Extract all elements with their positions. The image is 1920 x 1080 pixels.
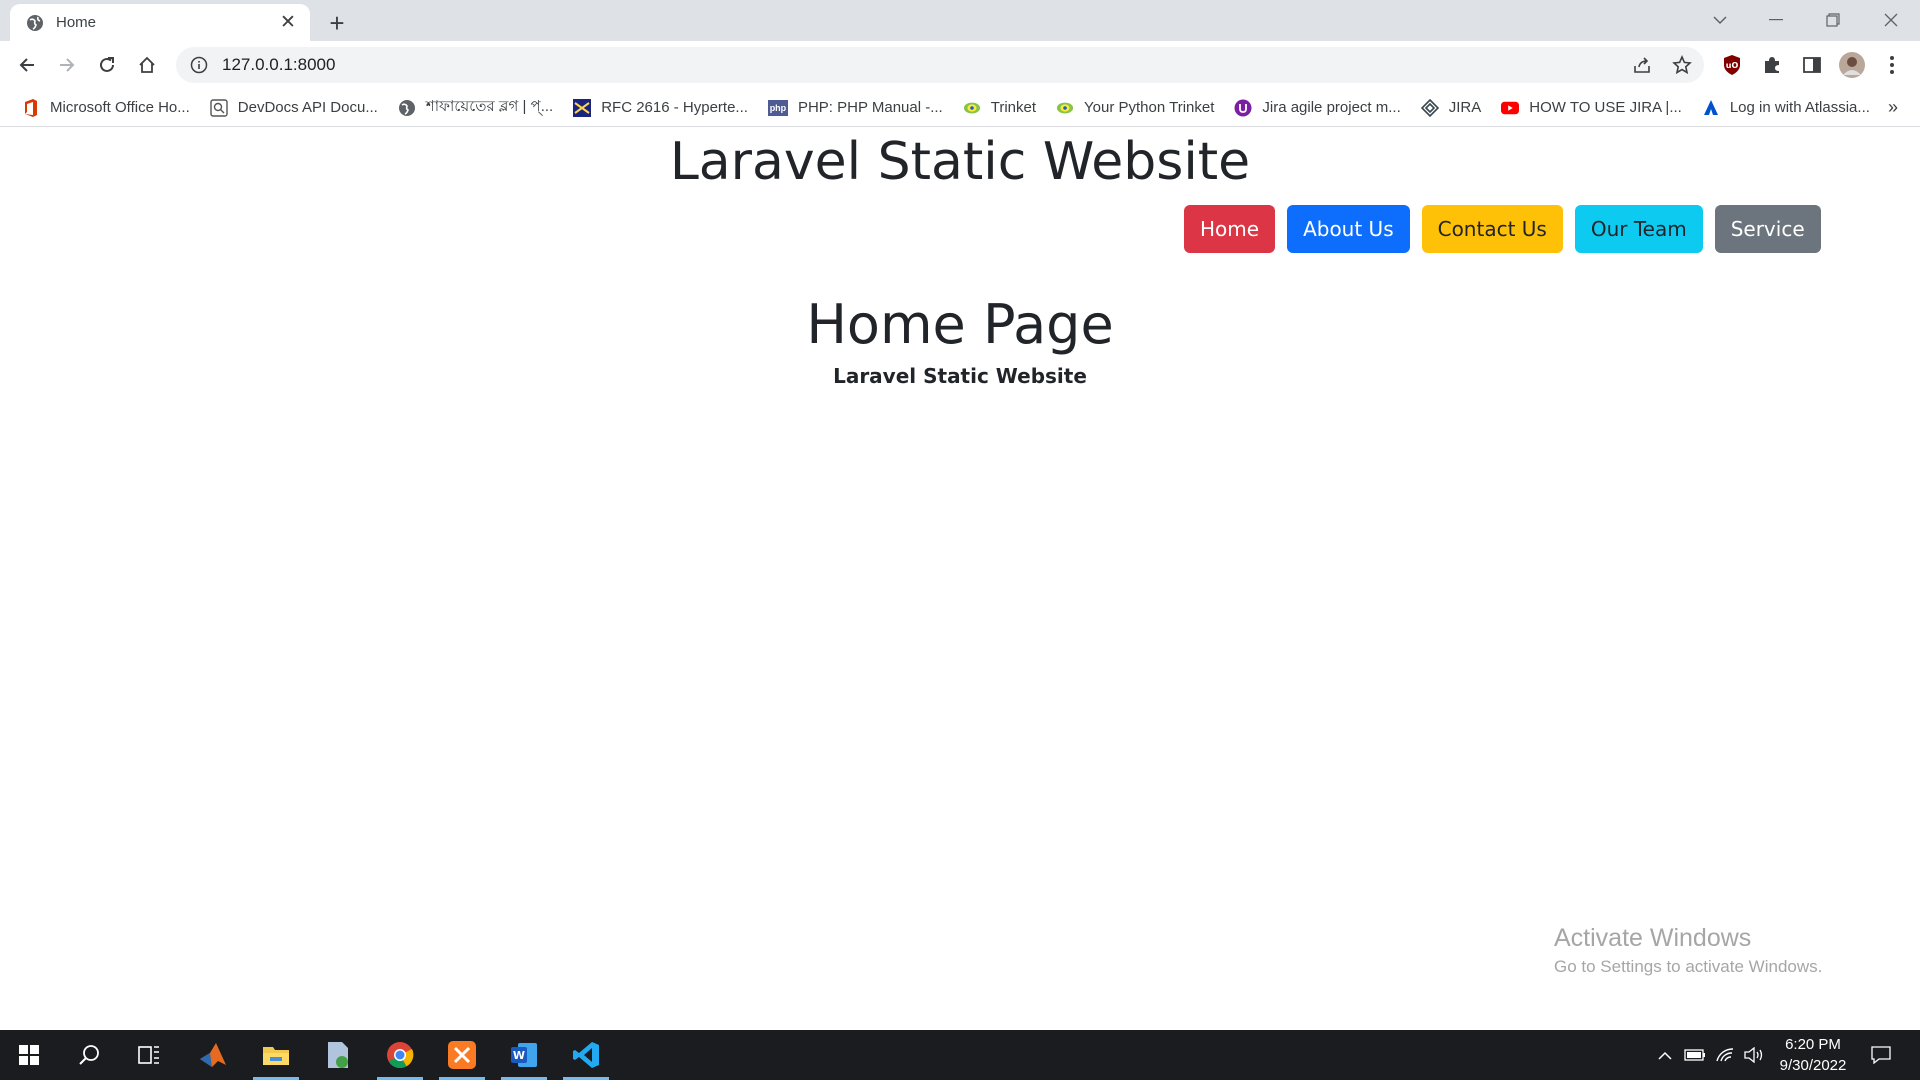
bookmark-label: DevDocs API Docu... [237, 99, 378, 116]
globe-icon [26, 14, 44, 32]
globe-icon [398, 99, 416, 117]
matlab-icon[interactable] [186, 1030, 240, 1080]
search-icon[interactable] [62, 1030, 116, 1080]
battery-icon[interactable] [1682, 1030, 1708, 1080]
volume-icon[interactable] [1741, 1030, 1767, 1080]
trinket-icon [963, 99, 981, 117]
bookmark-label: PHP: PHP Manual -... [797, 99, 943, 116]
site-info-icon[interactable] [190, 56, 208, 74]
page-heading: Home Page [806, 293, 1114, 356]
notification-icon[interactable] [1866, 1030, 1896, 1080]
bookmark-label: RFC 2616 - Hyperte... [601, 99, 748, 116]
bookmark-item[interactable]: Jira agile project m... [1226, 93, 1408, 123]
xampp-icon[interactable] [435, 1030, 489, 1080]
bookmark-label: Your Python Trinket [1084, 99, 1215, 116]
home-nav-button[interactable]: Home [1184, 205, 1276, 253]
task-view-icon[interactable] [122, 1030, 176, 1080]
wifi-icon[interactable] [1712, 1030, 1738, 1080]
bookmark-item[interactable]: Your Python Trinket [1048, 93, 1222, 123]
word-icon[interactable]: W [497, 1030, 551, 1080]
start-icon[interactable] [2, 1030, 56, 1080]
forward-button[interactable] [51, 49, 83, 81]
bookmark-label: Jira agile project m... [1262, 99, 1401, 116]
bookmark-item[interactable]: RFC 2616 - Hyperte... [565, 93, 756, 123]
atlassian-icon [1702, 99, 1720, 117]
bookmark-item[interactable]: HOW TO USE JIRA |... [1493, 93, 1690, 123]
page-subheading: Laravel Static Website [833, 364, 1087, 388]
bookmark-item[interactable]: Log in with Atlassia... [1694, 93, 1878, 123]
bookmark-label: HOW TO USE JIRA |... [1529, 99, 1682, 116]
bookmark-item[interactable]: Microsoft Office Ho... [14, 93, 198, 123]
bookmark-label: Microsoft Office Ho... [50, 99, 190, 116]
side-panel-icon[interactable] [1798, 51, 1826, 79]
watermark-title: Activate Windows [1554, 924, 1752, 952]
extensions-puzzle-icon[interactable] [1758, 51, 1786, 79]
svg-text:uO: uO [1726, 61, 1739, 70]
bookmark-item[interactable]: JIRA [1413, 93, 1490, 123]
url-text: 127.0.0.1:8000 [222, 55, 336, 74]
rfc-icon [573, 98, 592, 117]
about-us-nav-button[interactable]: About Us [1287, 205, 1410, 253]
service-nav-button[interactable]: Service [1714, 205, 1821, 253]
file-explorer-icon[interactable] [249, 1030, 303, 1080]
activate-windows-watermark: Activate Windows Go to Settings to activ… [1554, 924, 1822, 977]
bookmark-item[interactable]: শাফায়েতের ব্লগ | প্... [390, 93, 561, 123]
show-hidden-icons[interactable] [1652, 1030, 1678, 1080]
bookmark-label: Trinket [990, 99, 1037, 116]
close-window-button[interactable] [1871, 6, 1911, 34]
youtube-icon [1501, 99, 1520, 117]
vscode-icon[interactable] [559, 1030, 613, 1080]
contact-us-nav-button[interactable]: Contact Us [1421, 205, 1563, 253]
reload-button[interactable] [91, 49, 123, 81]
bookmark-label: Log in with Atlassia... [1729, 99, 1870, 116]
clock-date: 9/30/2022 [1779, 1057, 1847, 1074]
restore-button[interactable] [1813, 6, 1853, 34]
minimize-button[interactable] [1756, 6, 1796, 34]
jira-agile-icon [1234, 99, 1252, 117]
file-app-icon[interactable] [311, 1030, 365, 1080]
windows-taskbar: W 6:20 PM 9/30/2022 [0, 1030, 1920, 1080]
bookmark-item[interactable]: Trinket [955, 93, 1044, 123]
trinket-icon [1056, 99, 1074, 117]
taskbar-clock[interactable]: 6:20 PM 9/30/2022 [1770, 1034, 1856, 1076]
browser-tab[interactable]: Home ✕ [10, 4, 310, 41]
site-title: Laravel Static Website [669, 132, 1251, 192]
browser-menu-icon[interactable] [1878, 51, 1906, 79]
office-icon [22, 98, 40, 117]
share-icon[interactable] [1628, 51, 1656, 79]
clock-time: 6:20 PM [1785, 1036, 1841, 1053]
jira-icon [1420, 98, 1439, 117]
browser-toolbar: 127.0.0.1:8000 uO [0, 41, 1920, 89]
bookmark-label: JIRA [1448, 99, 1482, 116]
address-bar[interactable]: 127.0.0.1:8000 [176, 47, 1704, 83]
our-team-nav-button[interactable]: Our Team [1574, 205, 1703, 253]
svg-text:W: W [513, 1049, 525, 1062]
ublock-icon[interactable]: uO [1718, 51, 1746, 79]
profile-avatar[interactable] [1838, 51, 1866, 79]
tab-search-chevron-icon[interactable] [1700, 6, 1740, 34]
bookmarks-bar: Microsoft Office Ho... DevDocs API Docu.… [0, 89, 1920, 127]
bookmark-label: শাফায়েতের ব্লগ | প্... [425, 98, 554, 115]
devdocs-icon [210, 98, 228, 117]
bookmark-item[interactable]: DevDocs API Docu... [202, 93, 386, 123]
bookmark-item[interactable]: php PHP: PHP Manual -... [760, 93, 951, 123]
new-tab-button[interactable]: + [322, 8, 352, 38]
chrome-icon[interactable] [373, 1030, 427, 1080]
home-button[interactable] [131, 49, 163, 81]
tab-strip: Home ✕ + [0, 0, 1920, 41]
close-tab-icon[interactable]: ✕ [278, 12, 298, 33]
back-button[interactable] [11, 49, 43, 81]
web-page: Laravel Static Website Home About Us Con… [0, 128, 1920, 1030]
php-icon: php [767, 99, 788, 116]
watermark-subtitle: Go to Settings to activate Windows. [1554, 957, 1823, 976]
nav-menu: Home About Us Contact Us Our Team Servic… [1184, 205, 1833, 253]
tab-title: Home [56, 14, 97, 31]
more-bookmarks-icon[interactable]: » [1888, 97, 1898, 118]
bookmark-star-icon[interactable] [1668, 51, 1696, 79]
